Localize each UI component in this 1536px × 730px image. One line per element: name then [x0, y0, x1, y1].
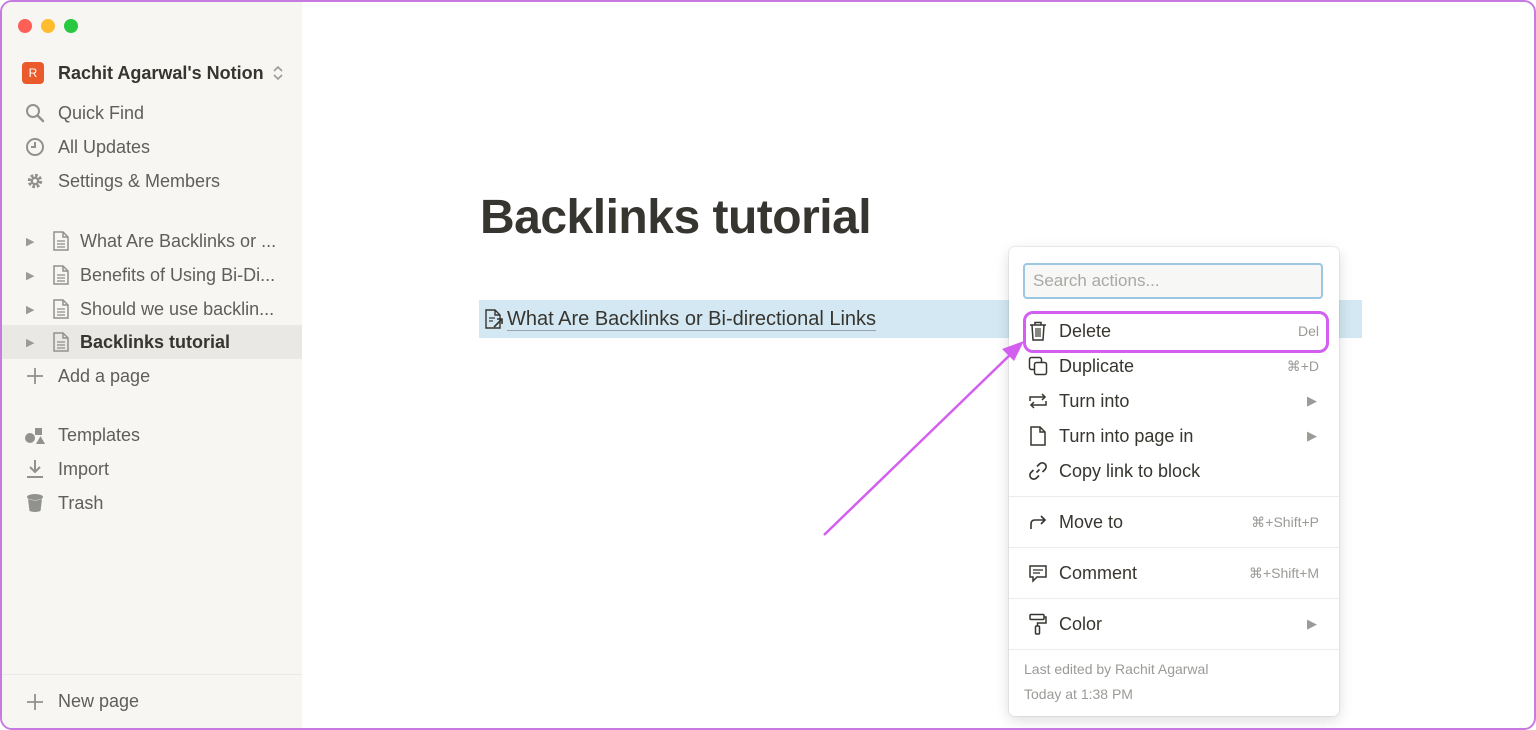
- menu-item-copy-link[interactable]: Copy link to block: [1009, 454, 1339, 488]
- sidebar-page-label: Benefits of Using Bi-Di...: [80, 264, 276, 285]
- menu-item-label: Move to: [1059, 511, 1124, 532]
- search-actions-input[interactable]: [1023, 263, 1323, 299]
- page-link-icon: [485, 309, 503, 329]
- plus-icon: [24, 365, 46, 387]
- menu-item-turn-into-page-in[interactable]: Turn into page in ▶: [1009, 419, 1339, 453]
- menu-divider: [1009, 547, 1339, 548]
- download-icon: [24, 458, 46, 480]
- sidebar-page-item[interactable]: ▶ Benefits of Using Bi-Di...: [2, 258, 302, 292]
- menu-item-color[interactable]: Color ▶: [1009, 607, 1339, 641]
- sidebar-page-label: Should we use backlin...: [80, 298, 275, 319]
- sidebar-item-all-updates[interactable]: All Updates: [2, 130, 302, 164]
- sidebar-page-label: Backlinks tutorial: [80, 331, 231, 352]
- sidebar-item-label: Templates: [58, 424, 141, 445]
- workspace-name: Rachit Agarwal's Notion: [58, 62, 264, 83]
- menu-item-label: Comment: [1059, 562, 1138, 583]
- page-icon: [53, 265, 69, 285]
- sidebar-item-label: Quick Find: [58, 102, 145, 123]
- sidebar-page-item[interactable]: ▶ What Are Backlinks or ...: [2, 224, 302, 258]
- move-to-icon: [1027, 511, 1049, 533]
- paint-roller-icon: [1027, 613, 1049, 635]
- minimize-window-button[interactable]: [41, 19, 55, 33]
- menu-item-duplicate[interactable]: Duplicate ⌘+D: [1009, 349, 1339, 383]
- menu-item-label: Color: [1059, 613, 1103, 634]
- menu-item-label: Duplicate: [1059, 355, 1135, 376]
- last-edited-by: Last edited by Rachit Agarwal: [1024, 661, 1209, 677]
- sidebar-item-label: Import: [58, 458, 110, 479]
- window-controls: [18, 19, 78, 33]
- menu-divider: [1009, 496, 1339, 497]
- page-icon: [53, 299, 69, 319]
- sidebar-item-label: All Updates: [58, 136, 151, 157]
- expand-triangle-icon[interactable]: ▶: [26, 269, 40, 282]
- page-icon: [53, 332, 69, 352]
- sidebar: R Rachit Agarwal's Notion Quick Find All…: [2, 2, 302, 728]
- workspace-avatar: R: [22, 62, 44, 84]
- sidebar-item-templates[interactable]: Templates: [2, 418, 302, 452]
- page-icon: [1027, 425, 1049, 447]
- gear-icon: [24, 170, 46, 192]
- sidebar-item-quick-find[interactable]: Quick Find: [2, 96, 302, 130]
- workspace-switcher[interactable]: R Rachit Agarwal's Notion: [22, 60, 284, 86]
- menu-item-label: Copy link to block: [1059, 460, 1201, 481]
- shortcut-text: ⌘+Shift+P: [1251, 513, 1319, 530]
- link-icon: [1027, 460, 1049, 482]
- menu-divider: [1009, 598, 1339, 599]
- app-window: R Rachit Agarwal's Notion Quick Find All…: [0, 0, 1536, 730]
- shortcut-text: ⌘+Shift+M: [1248, 564, 1319, 581]
- search-icon: [24, 102, 46, 124]
- new-page-label: New page: [58, 691, 140, 711]
- chevron-up-down-icon: [273, 65, 283, 81]
- submenu-arrow-icon: ▶: [1307, 616, 1317, 631]
- sidebar-item-trash[interactable]: Trash: [2, 486, 302, 520]
- sidebar-item-import[interactable]: Import: [2, 452, 302, 486]
- clock-icon: [24, 136, 46, 158]
- menu-item-label: Turn into page in: [1059, 425, 1194, 446]
- page-title[interactable]: Backlinks tutorial: [480, 190, 872, 245]
- zoom-window-button[interactable]: [64, 19, 78, 33]
- menu-item-label: Turn into: [1059, 390, 1130, 411]
- menu-item-comment[interactable]: Comment ⌘+Shift+M: [1009, 556, 1339, 590]
- page-icon: [53, 231, 69, 251]
- sidebar-item-settings[interactable]: Settings & Members: [2, 164, 302, 198]
- submenu-arrow-icon: ▶: [1307, 428, 1317, 443]
- templates-icon: [24, 424, 46, 446]
- new-page-button[interactable]: New page: [2, 674, 302, 728]
- sidebar-item-label: Settings & Members: [58, 170, 221, 191]
- link-block-text[interactable]: What Are Backlinks or Bi-directional Lin…: [507, 308, 877, 331]
- sidebar-page-item-active[interactable]: ▶ Backlinks tutorial: [2, 325, 302, 359]
- expand-triangle-icon[interactable]: ▶: [26, 303, 40, 316]
- comment-icon: [1027, 562, 1049, 584]
- expand-triangle-icon[interactable]: ▶: [26, 336, 40, 349]
- shortcut-text: ⌘+D: [1286, 357, 1319, 374]
- sidebar-page-label: What Are Backlinks or ...: [80, 230, 277, 251]
- menu-item-turn-into[interactable]: Turn into ▶: [1009, 384, 1339, 418]
- submenu-arrow-icon: ▶: [1307, 393, 1317, 408]
- expand-triangle-icon[interactable]: ▶: [26, 235, 40, 248]
- sidebar-item-label: Trash: [58, 492, 104, 513]
- delete-highlight-outline: [1023, 311, 1329, 353]
- add-page-button[interactable]: Add a page: [2, 359, 302, 393]
- add-page-label: Add a page: [58, 365, 151, 386]
- plus-icon: [24, 691, 46, 713]
- last-edited-time: Today at 1:38 PM: [1024, 686, 1133, 702]
- duplicate-icon: [1027, 355, 1049, 377]
- trash-icon: [24, 492, 46, 514]
- menu-divider: [1009, 649, 1339, 650]
- menu-item-move-to[interactable]: Move to ⌘+Shift+P: [1009, 505, 1339, 539]
- turn-into-icon: [1027, 390, 1049, 412]
- sidebar-page-item[interactable]: ▶ Should we use backlin...: [2, 292, 302, 326]
- close-window-button[interactable]: [18, 19, 32, 33]
